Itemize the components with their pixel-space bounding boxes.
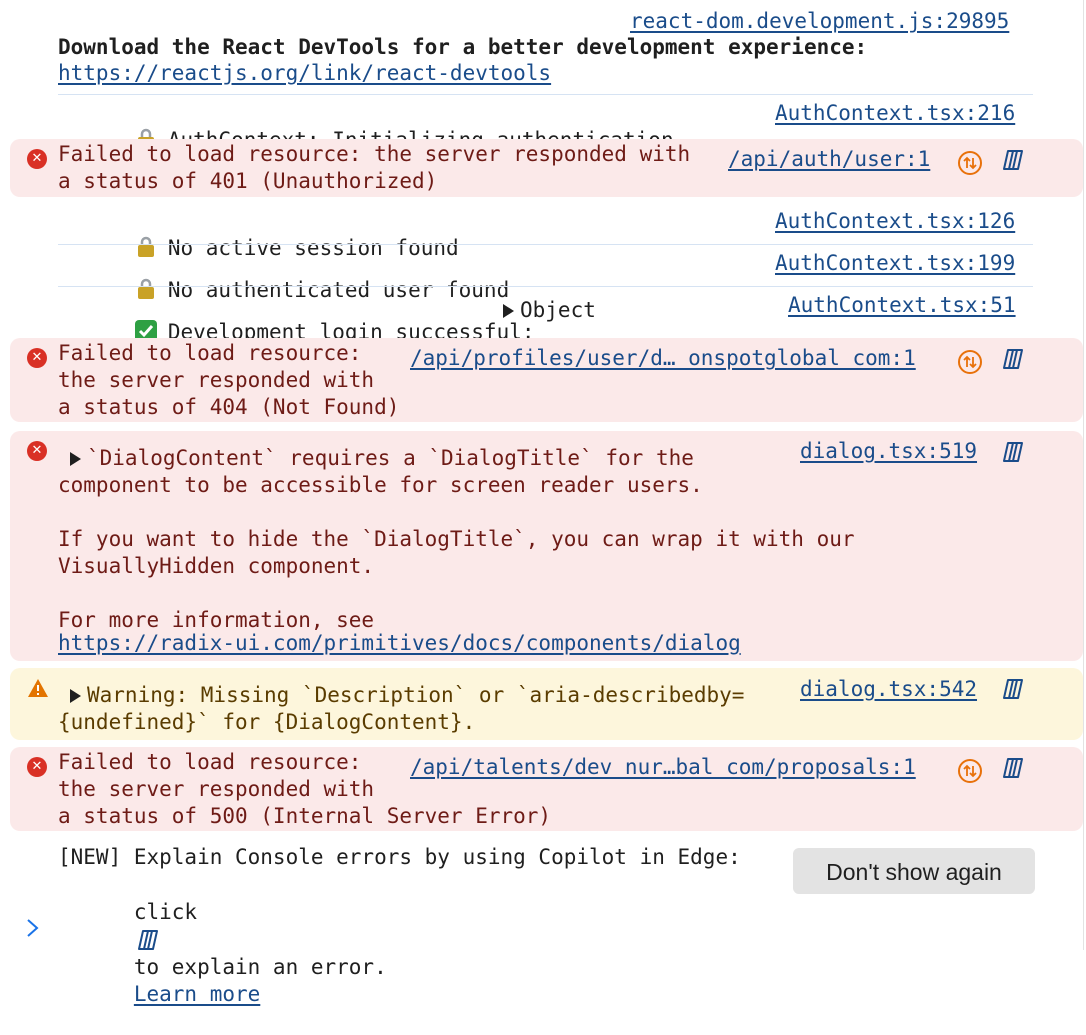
copilot-icon[interactable]	[999, 675, 1027, 703]
network-request-icon[interactable]	[956, 149, 984, 177]
dont-show-again-button[interactable]: Don't show again	[793, 848, 1035, 894]
message-text: Failed to load resource: the server resp…	[58, 341, 400, 419]
source-link[interactable]: /api/talents/dev nur…bal com/proposals:1	[410, 754, 916, 781]
copilot-icon[interactable]	[999, 345, 1027, 373]
console-message-log: AuthContext: Initializing authentication…	[0, 95, 1083, 152]
console-message-error: ✕ Failed to load resource: the server re…	[10, 747, 1083, 831]
banner-text: [NEW] Explain Console errors by using Co…	[58, 845, 741, 869]
console-message-error: ✕ Failed to load resource: the server re…	[10, 338, 1083, 422]
radix-docs-link[interactable]: https://radix-ui.com/primitives/docs/com…	[58, 630, 741, 657]
object-expander[interactable]: Object	[503, 297, 596, 324]
console-prompt-chevron-icon[interactable]	[26, 916, 40, 940]
console-message-warning: Warning: Missing `Description` or `aria-…	[10, 668, 1083, 740]
copilot-icon[interactable]	[999, 754, 1027, 782]
message-text: Download the React DevTools for a better…	[58, 35, 868, 59]
console-message-info: react-dom.development.js:29895 Download …	[0, 6, 1083, 92]
console-message-log: No authenticated user found AuthContext.…	[0, 245, 1083, 302]
message-text: component to be accessible for screen re…	[58, 473, 855, 632]
source-link[interactable]: AuthContext.tsx:126	[775, 208, 1015, 235]
banner-text: click	[133, 900, 198, 924]
message-text: {undefined}` for {DialogContent}.	[58, 710, 476, 734]
console-panel: react-dom.development.js:29895 Download …	[0, 0, 1084, 1006]
error-icon: ✕	[27, 441, 47, 461]
console-message-log: Development login successful: Object Aut…	[0, 287, 1083, 344]
console-message-error: ✕ `DialogContent` requires a `DialogTitl…	[10, 431, 1083, 661]
source-link[interactable]: AuthContext.tsx:199	[775, 250, 1015, 277]
message-expander[interactable]: `DialogContent` requires a `DialogTitle`…	[70, 445, 694, 472]
error-icon: ✕	[27, 149, 47, 169]
message-text: Failed to load resource: the server resp…	[58, 142, 691, 193]
error-icon: ✕	[27, 757, 47, 777]
console-message-error: ✕ Failed to load resource: the server re…	[10, 139, 1083, 197]
source-link[interactable]: /api/auth/user:1	[728, 146, 930, 173]
source-link[interactable]: /api/profiles/user/d… onspotglobal com:1	[410, 345, 916, 372]
copilot-icon[interactable]	[999, 146, 1027, 174]
source-link[interactable]: dialog.tsx:542	[800, 676, 977, 703]
banner-text: to explain an error.	[133, 955, 387, 979]
error-icon: ✕	[27, 348, 47, 368]
network-request-icon[interactable]	[956, 757, 984, 785]
warning-icon	[28, 679, 48, 697]
devtools-link[interactable]: https://reactjs.org/link/react-devtools	[58, 60, 551, 87]
learn-more-link[interactable]: Learn more	[134, 982, 260, 1006]
network-request-icon[interactable]	[956, 348, 984, 376]
console-message-log: No active session found AuthContext.tsx:…	[0, 203, 1083, 260]
copilot-icon[interactable]	[999, 438, 1027, 466]
source-link[interactable]: AuthContext.tsx:216	[775, 100, 1015, 127]
source-link[interactable]: AuthContext.tsx:51	[788, 292, 1016, 319]
source-link[interactable]: dialog.tsx:519	[800, 438, 977, 465]
message-expander[interactable]: Warning: Missing `Description` or `aria-…	[70, 682, 744, 709]
source-link[interactable]: react-dom.development.js:29895	[630, 8, 1009, 35]
